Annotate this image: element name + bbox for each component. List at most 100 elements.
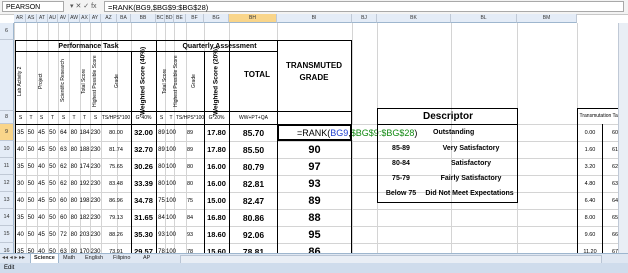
data-cell[interactable]: 86.96 — [101, 192, 131, 209]
column-header-av[interactable]: AV — [58, 14, 69, 23]
data-cell[interactable]: 17.80 — [204, 141, 229, 158]
data-cell[interactable]: 80 — [69, 209, 79, 226]
data-cell[interactable]: 93 — [157, 226, 166, 243]
data-cell[interactable]: 100 — [166, 124, 176, 141]
data-cell[interactable]: 75 — [157, 192, 166, 209]
data-cell[interactable]: 16.00 — [204, 158, 229, 175]
data-cell[interactable]: 192 — [79, 175, 90, 192]
data-cell[interactable]: 188 — [79, 141, 90, 158]
data-cell[interactable]: 198 — [79, 192, 90, 209]
column-header-bh[interactable]: BH — [229, 14, 277, 23]
data-cell[interactable]: 64 — [58, 124, 69, 141]
column-header-as[interactable]: AS — [26, 14, 37, 23]
data-cell[interactable]: 50 — [26, 175, 36, 192]
data-cell[interactable]: 35 — [15, 124, 26, 141]
sheet-tab-ap[interactable]: AP — [140, 254, 153, 263]
data-cell[interactable]: 182 — [79, 209, 90, 226]
data-cell[interactable]: 50 — [47, 192, 58, 209]
data-cell[interactable]: 32.70 — [131, 141, 156, 158]
data-cell[interactable]: 80 — [69, 175, 79, 192]
data-cell[interactable]: 100 — [166, 158, 176, 175]
data-cell[interactable]: 40 — [15, 226, 26, 243]
data-cell[interactable]: 230 — [90, 175, 101, 192]
data-cell[interactable]: 50 — [26, 124, 36, 141]
data-cell[interactable]: 84 — [157, 209, 166, 226]
data-cell[interactable]: 81.74 — [101, 141, 131, 158]
data-cell[interactable]: 50 — [26, 192, 36, 209]
vertical-scrollbar[interactable] — [618, 23, 628, 253]
data-cell[interactable]: 31.65 — [131, 209, 156, 226]
data-cell[interactable]: 63 — [58, 141, 69, 158]
column-header-ba[interactable]: BA — [117, 14, 131, 23]
data-cell[interactable]: 230 — [90, 192, 101, 209]
data-cell[interactable]: 72 — [58, 226, 69, 243]
row-header[interactable] — [0, 40, 14, 111]
data-cell[interactable]: 30.26 — [131, 158, 156, 175]
data-cell[interactable]: 50 — [26, 209, 36, 226]
data-cell[interactable]: 50 — [26, 226, 36, 243]
data-cell[interactable]: 80 — [176, 175, 204, 192]
sheet-tab-science[interactable]: Science — [30, 254, 59, 263]
data-cell[interactable]: 82.81 — [230, 175, 277, 192]
data-cell[interactable]: 62 — [58, 175, 69, 192]
data-cell[interactable]: 79.13 — [101, 209, 131, 226]
data-cell[interactable]: 50 — [47, 226, 58, 243]
data-cell[interactable]: 84 — [176, 209, 204, 226]
data-cell[interactable]: 85.70 — [230, 124, 277, 141]
row-header[interactable]: 15 — [0, 226, 14, 243]
column-header-bg[interactable]: BG — [204, 14, 229, 23]
formula-icons[interactable]: ▾ ✕ ✓ fx — [70, 1, 97, 13]
data-cell[interactable]: 80 — [176, 158, 204, 175]
data-cell[interactable]: 89 — [157, 124, 166, 141]
data-cell[interactable]: 50 — [47, 124, 58, 141]
row-header[interactable]: 9 — [0, 124, 14, 141]
sheet-tab-math[interactable]: Math — [60, 254, 78, 263]
data-cell[interactable]: 16.80 — [204, 209, 229, 226]
data-cell[interactable]: 100 — [166, 175, 176, 192]
data-cell[interactable]: 40 — [36, 158, 47, 175]
data-cell[interactable]: 89 — [157, 141, 166, 158]
row-header[interactable]: 10 — [0, 141, 14, 158]
data-cell[interactable]: 80 — [157, 158, 166, 175]
data-cell[interactable]: 230 — [90, 124, 101, 141]
row-header[interactable]: 8 — [0, 111, 14, 124]
data-cell[interactable]: 93 — [176, 226, 204, 243]
column-header-bm[interactable]: BM — [517, 14, 577, 23]
data-cell[interactable]: 15.00 — [204, 192, 229, 209]
data-cell[interactable]: 184 — [79, 124, 90, 141]
data-cell[interactable]: 230 — [90, 141, 101, 158]
data-cell[interactable]: 230 — [90, 226, 101, 243]
data-cell[interactable]: 18.60 — [204, 226, 229, 243]
data-cell[interactable]: 75.65 — [101, 158, 131, 175]
data-cell[interactable]: 80 — [69, 226, 79, 243]
transmuted-grade-cell[interactable]: 88 — [278, 209, 351, 226]
data-cell[interactable]: 60 — [58, 209, 69, 226]
data-cell[interactable]: 62 — [58, 158, 69, 175]
transmuted-grade-cell[interactable]: 90 — [278, 141, 351, 158]
transmuted-grade-cell[interactable]: 97 — [278, 158, 351, 175]
column-header-bc[interactable]: BC — [156, 14, 165, 23]
data-cell[interactable]: 100 — [166, 209, 176, 226]
data-cell[interactable]: 80 — [69, 192, 79, 209]
data-cell[interactable]: 92.06 — [230, 226, 277, 243]
formula-input[interactable]: =RANK(BG9,$BG$9:$BG$28) — [104, 1, 624, 12]
transmuted-grade-cell[interactable]: 95 — [278, 226, 351, 243]
tab-nav-icons[interactable]: ◂◂ ◂ ▸ ▸▸ — [2, 254, 25, 263]
data-cell[interactable]: 174 — [79, 158, 90, 175]
data-cell[interactable]: 75 — [176, 192, 204, 209]
data-cell[interactable]: 30 — [15, 175, 26, 192]
column-header-be[interactable]: BE — [174, 14, 186, 23]
column-header-at[interactable]: AT — [37, 14, 48, 23]
data-cell[interactable]: 60 — [58, 192, 69, 209]
data-cell[interactable]: 50 — [47, 209, 58, 226]
column-header-bf[interactable]: BF — [186, 14, 204, 23]
data-cell[interactable]: 230 — [90, 158, 101, 175]
column-header-bj[interactable]: BJ — [352, 14, 377, 23]
data-cell[interactable]: 100 — [166, 192, 176, 209]
data-cell[interactable]: 40 — [15, 141, 26, 158]
transmuted-grade-cell[interactable]: 93 — [278, 175, 351, 192]
column-header-bd[interactable]: BD — [165, 14, 174, 23]
data-cell[interactable]: 50 — [47, 175, 58, 192]
name-box[interactable]: PEARSON — [2, 1, 64, 12]
data-cell[interactable]: 45 — [36, 141, 47, 158]
